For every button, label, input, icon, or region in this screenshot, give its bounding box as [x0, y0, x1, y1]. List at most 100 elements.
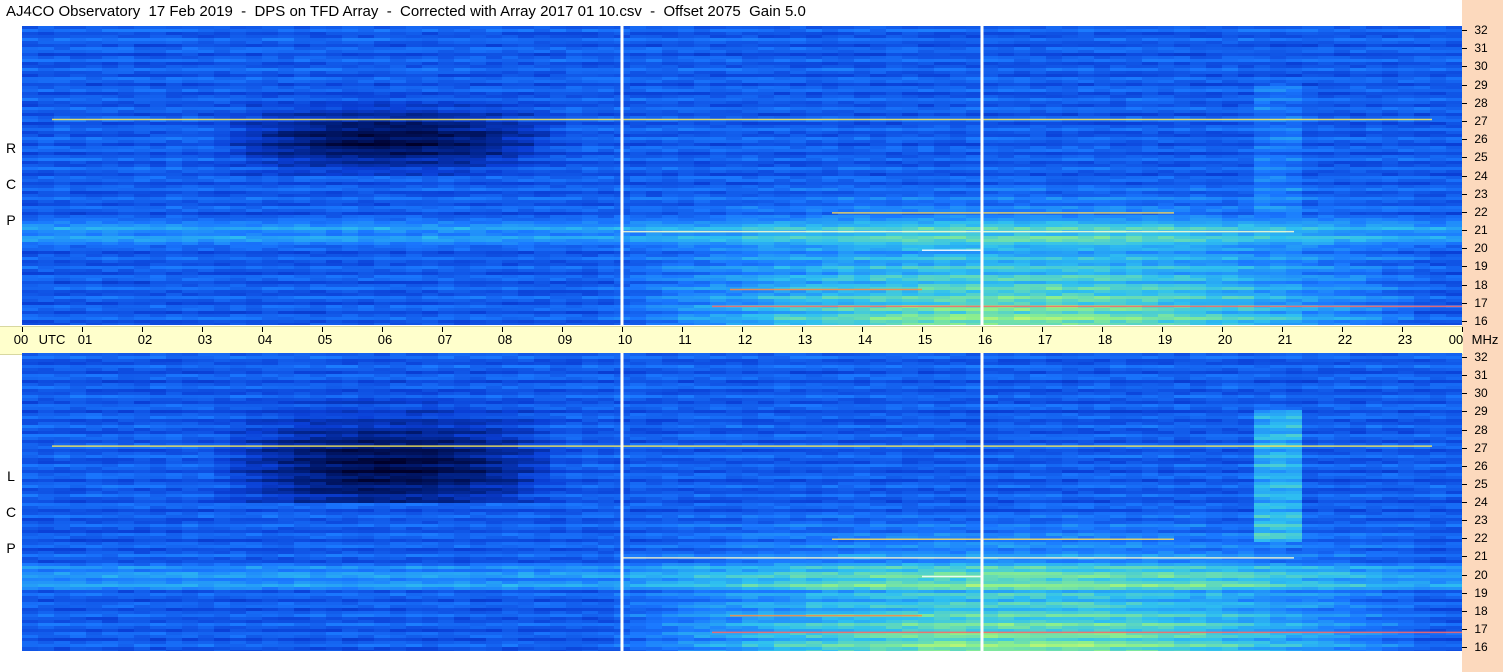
rcp-cell — [1414, 182, 1431, 186]
rcp-cell — [1190, 44, 1207, 48]
rcp-cell — [1302, 176, 1319, 180]
rcp-cell — [694, 29, 711, 33]
rcp-cell — [294, 146, 311, 150]
rcp-cell — [822, 143, 839, 147]
rcp-cell — [630, 77, 647, 81]
rcp-cell — [342, 32, 359, 36]
rcp-cell — [806, 131, 823, 135]
rcp-cell — [70, 152, 87, 156]
rcp-cell — [1318, 92, 1335, 96]
rcp-cell — [534, 107, 551, 111]
rcp-cell — [726, 149, 743, 153]
rcp-cell — [1062, 131, 1079, 135]
rcp-cell — [262, 134, 279, 138]
rcp-cell — [1174, 95, 1191, 99]
rcp-cell — [1254, 164, 1271, 168]
rcp-cell — [678, 95, 695, 99]
rcp-cell — [1366, 98, 1383, 102]
rcp-cell — [806, 89, 823, 93]
rcp-cell — [326, 107, 343, 111]
rcp-cell — [1446, 110, 1462, 114]
rcp-cell — [1142, 113, 1159, 117]
rcp-cell — [1446, 53, 1462, 57]
rcp-cell — [1046, 167, 1063, 171]
rcp-cell — [726, 128, 743, 132]
rcp-cell — [518, 110, 535, 114]
rcp-cell — [694, 83, 711, 87]
rcp-cell — [902, 134, 919, 138]
rcp-cell — [198, 50, 215, 54]
rcp-cell — [678, 35, 695, 39]
rcp-cell — [310, 104, 327, 108]
rcp-cell — [966, 179, 983, 183]
rcp-cell — [854, 74, 871, 78]
rcp-cell — [1078, 53, 1095, 57]
rcp-cell — [1446, 95, 1462, 99]
rcp-cell — [1398, 182, 1415, 186]
rcp-cell — [822, 170, 839, 174]
rcp-cell — [838, 188, 855, 192]
rcp-cell — [1062, 173, 1079, 177]
rcp-cell — [982, 101, 999, 105]
rcp-cell — [1430, 65, 1447, 69]
rcp-cell — [1078, 74, 1095, 78]
rcp-cell — [1254, 143, 1271, 147]
rcp-cell — [502, 113, 519, 117]
rcp-cell — [1222, 92, 1239, 96]
rcp-cell — [662, 32, 679, 36]
rcp-cell — [710, 164, 727, 168]
rcp-cell — [710, 47, 727, 51]
rcp-cell — [1334, 161, 1351, 165]
rcp-cell — [1430, 74, 1447, 78]
rcp-cell — [70, 146, 87, 150]
rcp-cell — [1126, 128, 1143, 132]
rcp-cell — [1078, 149, 1095, 153]
rcp-cell — [198, 38, 215, 42]
rcp-cell — [998, 71, 1015, 75]
rcp-cell — [166, 179, 183, 183]
rcp-cell — [390, 167, 407, 171]
rcp-cell — [470, 149, 487, 153]
rcp-cell — [1174, 80, 1191, 84]
rcp-cell — [950, 65, 967, 69]
rcp-cell — [38, 167, 55, 171]
rcp-cell — [358, 179, 375, 183]
rcp-cell — [310, 56, 327, 60]
rcp-cell — [790, 155, 807, 159]
rcp-cell — [870, 143, 887, 147]
rcp-cell — [1446, 56, 1462, 60]
rcp-cell — [1142, 29, 1159, 33]
rcp-cell — [1062, 80, 1079, 84]
rcp-cell — [790, 128, 807, 132]
rcp-cell — [54, 125, 71, 129]
rcp-cell — [550, 122, 567, 126]
rcp-cell — [54, 137, 71, 141]
rcp-cell — [1222, 140, 1239, 144]
rcp-cell — [854, 50, 871, 54]
rcp-cell — [262, 95, 279, 99]
rcp-cell — [70, 26, 87, 30]
rcp-cell — [918, 161, 935, 165]
rcp-cell — [502, 68, 519, 72]
rcp-cell — [70, 170, 87, 174]
rcp-cell — [854, 77, 871, 81]
rcp-cell — [822, 158, 839, 162]
rcp-cell — [1190, 56, 1207, 60]
rcp-cell — [838, 29, 855, 33]
rcp-cell — [422, 128, 439, 132]
rcp-cell — [646, 26, 663, 30]
rcp-cell — [742, 164, 759, 168]
rcp-cell — [742, 50, 759, 54]
rcp-cell — [1222, 98, 1239, 102]
rcp-cell — [166, 104, 183, 108]
rcp-cell — [1046, 122, 1063, 126]
rcp-cell — [854, 140, 871, 144]
rcp-cell — [918, 50, 935, 54]
rcp-cell — [582, 164, 599, 168]
rcp-cell — [1030, 176, 1047, 180]
rcp-cell — [22, 167, 39, 171]
rcp-cell — [966, 188, 983, 192]
rcp-cell — [1382, 131, 1399, 135]
rcp-cell — [870, 74, 887, 78]
rcp-cell — [902, 59, 919, 63]
